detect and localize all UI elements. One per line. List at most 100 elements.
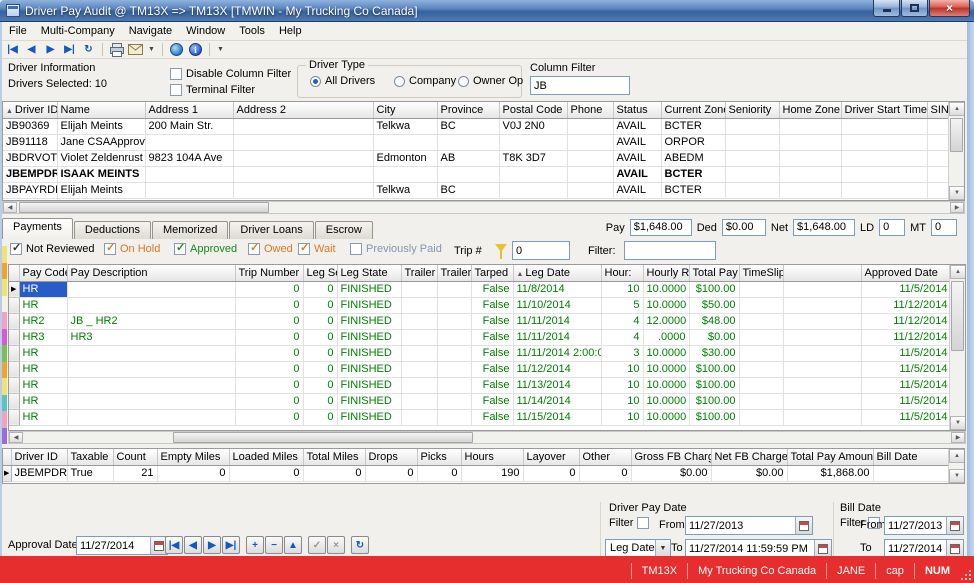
cell[interactable]: HR <box>19 409 67 425</box>
cell[interactable]: 11/5/2014 <box>861 393 949 409</box>
cell[interactable]: FINISHED <box>337 409 401 425</box>
tab-deductions[interactable]: Deductions <box>74 221 151 239</box>
cell[interactable]: 10.0000 <box>643 377 689 393</box>
cell[interactable] <box>437 313 471 329</box>
cell[interactable]: 0 <box>303 281 337 297</box>
cell[interactable]: 0 <box>235 393 303 409</box>
cell[interactable] <box>9 409 19 425</box>
cell[interactable]: 11/5/2014 <box>861 361 949 377</box>
cell[interactable]: 10.0000 <box>643 345 689 361</box>
cell[interactable]: 10.0000 <box>643 393 689 409</box>
cell[interactable]: Telkwa <box>373 118 437 134</box>
tab-payments[interactable]: Payments <box>2 218 73 239</box>
cell[interactable]: ORPOR <box>661 134 725 150</box>
cell[interactable]: HR <box>19 281 67 297</box>
cell[interactable]: Edmonton <box>373 150 437 166</box>
cell[interactable]: $1,868.00 <box>787 465 873 481</box>
cell[interactable] <box>437 297 471 313</box>
cell[interactable]: HR2 <box>19 313 67 329</box>
column-header[interactable]: Total Miles <box>303 449 365 465</box>
cell[interactable] <box>499 182 567 198</box>
cell[interactable] <box>9 377 19 393</box>
cell[interactable]: 10.0000 <box>643 409 689 425</box>
cell[interactable]: Telkwa <box>373 182 437 198</box>
cell[interactable]: 11/11/2014 <box>513 329 601 345</box>
cell[interactable] <box>739 329 783 345</box>
cell[interactable] <box>233 134 373 150</box>
table-row[interactable]: JBDRVOTViolet Zeldenrust9823 104A AveEdm… <box>3 150 948 166</box>
email-button[interactable] <box>126 41 145 58</box>
cell[interactable]: 10 <box>601 281 643 297</box>
cell[interactable] <box>779 166 841 182</box>
column-header[interactable]: Province <box>437 102 499 118</box>
first-record-button[interactable]: |◀ <box>3 41 22 58</box>
cell[interactable] <box>567 118 613 134</box>
cell[interactable]: 11/8/2014 <box>513 281 601 297</box>
payments-filter-input[interactable] <box>624 241 716 260</box>
column-header[interactable]: Address 2 <box>233 102 373 118</box>
table-row[interactable]: HR00FINISHEDFalse11/11/2014 2:00:00 PM31… <box>9 345 949 361</box>
cell[interactable] <box>725 150 779 166</box>
cell[interactable] <box>927 166 948 182</box>
payments-grid-hscrollbar[interactable]: ◀ ▶ <box>8 431 966 444</box>
cell[interactable] <box>401 361 437 377</box>
bill-date-to-picker-button[interactable] <box>946 540 963 557</box>
cell[interactable] <box>401 329 437 345</box>
cell[interactable]: HR <box>19 297 67 313</box>
cell[interactable]: 11/11/2014 2:00:00 PM <box>513 345 601 361</box>
cell[interactable]: 0 <box>235 329 303 345</box>
cell[interactable] <box>437 134 499 150</box>
web-button[interactable] <box>167 41 186 58</box>
cell[interactable]: JBEMPDR <box>3 166 57 182</box>
cell[interactable]: 0 <box>303 345 337 361</box>
cell[interactable] <box>725 118 779 134</box>
cell[interactable]: HR <box>19 393 67 409</box>
column-header[interactable]: Name <box>57 102 145 118</box>
cell[interactable] <box>401 281 437 297</box>
cell[interactable]: T8K 3D7 <box>499 150 567 166</box>
last-record-button[interactable]: ▶| <box>60 41 79 58</box>
column-header[interactable]: Empty Miles <box>157 449 229 465</box>
column-header[interactable]: Trailer 1 <box>401 265 437 281</box>
edit-record-button[interactable]: ▲ <box>284 536 302 554</box>
column-header[interactable]: Total Pay Amount <box>787 449 873 465</box>
cell[interactable]: 0 <box>365 465 417 481</box>
insert-record-button[interactable]: + <box>246 536 264 554</box>
cell[interactable]: ISAAK MEINTS <box>57 166 145 182</box>
cell[interactable] <box>783 377 861 393</box>
cell[interactable]: False <box>471 329 513 345</box>
cell[interactable]: 11/10/2014 <box>513 297 601 313</box>
cell[interactable]: V0J 2N0 <box>499 118 567 134</box>
cell[interactable] <box>145 166 233 182</box>
cell[interactable]: .0000 <box>643 329 689 345</box>
cell[interactable] <box>739 281 783 297</box>
scroll-left-button[interactable]: ◀ <box>9 432 23 443</box>
cell[interactable] <box>401 377 437 393</box>
table-row[interactable]: HR00FINISHEDFalse11/13/20141010.0000$100… <box>9 377 949 393</box>
cell[interactable]: 0 <box>303 329 337 345</box>
cell[interactable] <box>9 313 19 329</box>
radio-company[interactable]: Company <box>394 75 456 87</box>
column-header[interactable]: Gross FB Charges <box>631 449 711 465</box>
cell[interactable] <box>233 150 373 166</box>
refresh-button[interactable]: ↻ <box>79 41 98 58</box>
column-header[interactable]: Hours <box>461 449 523 465</box>
info-button[interactable]: i <box>186 41 205 58</box>
cell[interactable]: JB _ HR2 <box>67 313 235 329</box>
column-header[interactable]: Total Pay <box>689 265 739 281</box>
approval-date-input[interactable] <box>77 537 150 554</box>
scroll-track[interactable] <box>950 279 965 416</box>
cell[interactable] <box>437 345 471 361</box>
cell[interactable]: JBPAYRDR1 <box>3 182 57 198</box>
cell[interactable]: 0 <box>235 345 303 361</box>
cell[interactable]: 190 <box>461 465 523 481</box>
cell[interactable]: 11/5/2014 <box>861 377 949 393</box>
driver-pay-from-picker-button[interactable] <box>795 517 812 534</box>
cell[interactable]: False <box>471 297 513 313</box>
cell[interactable] <box>401 297 437 313</box>
trip-number-input[interactable] <box>512 241 570 260</box>
cell[interactable]: $100.00 <box>689 409 739 425</box>
cell[interactable] <box>437 409 471 425</box>
cell[interactable]: JBEMPDR <box>11 465 67 481</box>
cell[interactable]: 10.0000 <box>643 281 689 297</box>
